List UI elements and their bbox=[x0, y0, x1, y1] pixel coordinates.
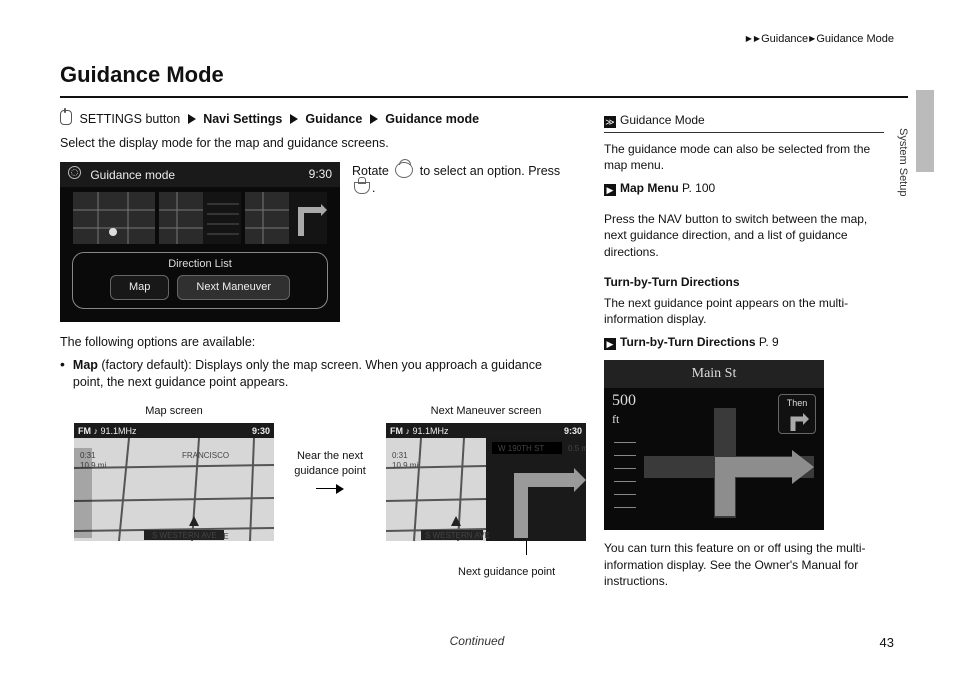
gear-icon bbox=[68, 166, 81, 179]
crumb-2: Guidance Mode bbox=[816, 33, 894, 45]
link2-label: Turn-by-Turn Directions bbox=[620, 335, 756, 349]
sidebar-p2: Press the NAV button to switch between t… bbox=[604, 211, 884, 261]
map-option-button[interactable]: Map bbox=[110, 275, 169, 300]
enter-icon: ≫ bbox=[604, 116, 616, 128]
link1-label: Map Menu bbox=[620, 181, 679, 195]
turn-by-turn-heading: Turn-by-Turn Directions bbox=[604, 274, 884, 291]
sidebar-column: ≫ Guidance Mode The guidance mode can als… bbox=[604, 110, 884, 596]
map-screen-figure: FM ♪ 91.1MHz 9:30 0:3110.9 mi FRANCISCO … bbox=[74, 423, 274, 541]
thumb-tab bbox=[916, 90, 934, 172]
next-maneuver-figure: FM ♪ 91.1MHz 9:30 0:3110.9 mi S WESTERN … bbox=[386, 423, 586, 541]
triangle-icon: ▶ bbox=[809, 33, 815, 44]
manual-page: ▶▶Guidance▶Guidance Mode System Setup Gu… bbox=[0, 0, 954, 674]
fig-title-text: Guidance mode bbox=[90, 168, 175, 182]
triangle-icon bbox=[188, 114, 196, 124]
link2-page: P. 9 bbox=[759, 335, 779, 349]
rotate-instruction: Rotate to select an option. Press . bbox=[352, 162, 570, 198]
mini-label-left: Map screen bbox=[145, 404, 202, 419]
map-thumb-2 bbox=[159, 192, 241, 244]
footer-continued: Continued bbox=[0, 633, 954, 650]
capsule-heading: Direction List bbox=[79, 257, 321, 274]
arrow-icon bbox=[316, 483, 344, 495]
guidance-mode-screenshot: Guidance mode 9:30 bbox=[60, 162, 340, 322]
mini-statusbar: FM ♪ 91.1MHz 9:30 bbox=[386, 423, 586, 439]
lead-text: Select the display mode for the map and … bbox=[60, 135, 570, 152]
next-guidance-point-caption: Next guidance point bbox=[458, 565, 570, 580]
svg-text:W 190TH ST: W 190TH ST bbox=[498, 444, 544, 453]
svg-text:0.5 mi: 0.5 mi bbox=[568, 444, 586, 453]
bullet-dot: • bbox=[60, 357, 65, 392]
sidebar-link-1: ▶ Map Menu P. 100 bbox=[604, 180, 884, 197]
sidebar-link-2: ▶ Turn-by-Turn Directions P. 9 bbox=[604, 334, 884, 351]
page-number: 43 bbox=[880, 634, 894, 652]
nav-step-3: Guidance mode bbox=[385, 112, 479, 126]
map-compare-row: Map screen FM ♪ 91.1MHz 9:30 0:3110.9 mi… bbox=[74, 404, 570, 541]
instr-c: . bbox=[372, 181, 375, 195]
mini-label-right: Next Maneuver screen bbox=[431, 404, 542, 419]
main-st-bar: Main St bbox=[604, 360, 824, 387]
bar-clock: 9:30 bbox=[564, 425, 582, 437]
distance-readout: 500 ft bbox=[612, 392, 636, 427]
near-caption: Near the next guidance point bbox=[284, 449, 376, 479]
map-thumb-1 bbox=[73, 192, 155, 244]
main-column: SETTINGS button Navi Settings Guidance G… bbox=[60, 110, 570, 596]
nav-path-prefix: SETTINGS button bbox=[79, 112, 180, 126]
svg-text:S WESTERN AVE: S WESTERN AVE bbox=[425, 531, 490, 540]
press-knob-icon bbox=[354, 182, 370, 194]
svg-text:10.9 mi: 10.9 mi bbox=[392, 461, 418, 470]
rotate-dial-icon bbox=[395, 162, 413, 178]
crumb-1: Guidance bbox=[761, 33, 808, 45]
option-qual: (factory default): bbox=[98, 358, 195, 372]
sidebar-p1: The guidance mode can also be selected f… bbox=[604, 141, 884, 174]
bar-freq: 91.1MHz bbox=[413, 426, 449, 436]
bar-freq: 91.1MHz bbox=[101, 426, 137, 436]
triangle-icon bbox=[290, 114, 298, 124]
instr-a: Rotate bbox=[352, 164, 392, 178]
next-maneuver-option-button[interactable]: Next Maneuver bbox=[177, 275, 290, 300]
link-icon: ▶ bbox=[604, 338, 616, 350]
link1-page: P. 100 bbox=[682, 181, 715, 195]
fig-title: Guidance mode bbox=[68, 166, 175, 184]
distance-unit: ft bbox=[612, 412, 619, 426]
distance-ladder-icon bbox=[614, 430, 636, 508]
nav-step-1: Navi Settings bbox=[203, 112, 282, 126]
sidebar-p3: The next guidance point appears on the m… bbox=[604, 295, 884, 328]
following-text: The following options are available: bbox=[60, 334, 570, 351]
main-st-figure: Main St 500 ft Then bbox=[604, 360, 824, 530]
nav-step-2: Guidance bbox=[305, 112, 362, 126]
bar-fm: FM bbox=[390, 426, 403, 436]
page-title: Guidance Mode bbox=[60, 60, 908, 98]
sidebar-p4: You can turn this feature on or off usin… bbox=[604, 540, 884, 590]
triangle-icon bbox=[370, 114, 378, 124]
distance-number: 500 bbox=[612, 392, 636, 409]
svg-text:FRANCISCO: FRANCISCO bbox=[182, 451, 229, 460]
section-tab-label: System Setup bbox=[895, 128, 910, 196]
sidebar-heading-text: Guidance Mode bbox=[620, 113, 705, 127]
bar-fm: FM bbox=[78, 426, 91, 436]
breadcrumb: ▶▶Guidance▶Guidance Mode bbox=[745, 32, 894, 47]
bar-clock: 9:30 bbox=[252, 425, 270, 437]
option-name: Map bbox=[73, 358, 98, 372]
link-icon: ▶ bbox=[604, 184, 616, 196]
triangle-icon: ▶ bbox=[746, 33, 752, 44]
svg-text:S WESTERN AVE: S WESTERN AVE bbox=[152, 531, 217, 540]
then-label: Then bbox=[787, 398, 808, 408]
instr-b: to select an option. Press bbox=[416, 164, 560, 178]
mini-statusbar: FM ♪ 91.1MHz 9:30 bbox=[74, 423, 274, 439]
fig-clock: 9:30 bbox=[309, 166, 332, 183]
option-map-bullet: • Map (factory default): Displays only t… bbox=[60, 357, 570, 392]
nav-path: SETTINGS button Navi Settings Guidance G… bbox=[60, 110, 570, 128]
svg-text:0:31: 0:31 bbox=[392, 451, 408, 460]
map-thumb-3 bbox=[245, 192, 327, 244]
intersection-arrow-icon bbox=[644, 408, 814, 518]
mouse-icon bbox=[60, 110, 72, 125]
option-capsule: Direction List Map Next Maneuver bbox=[72, 252, 328, 308]
sidebar-heading: ≫ Guidance Mode bbox=[604, 112, 884, 133]
option-map-text: Map (factory default): Displays only the… bbox=[73, 357, 570, 392]
triangle-icon: ▶ bbox=[754, 33, 760, 44]
